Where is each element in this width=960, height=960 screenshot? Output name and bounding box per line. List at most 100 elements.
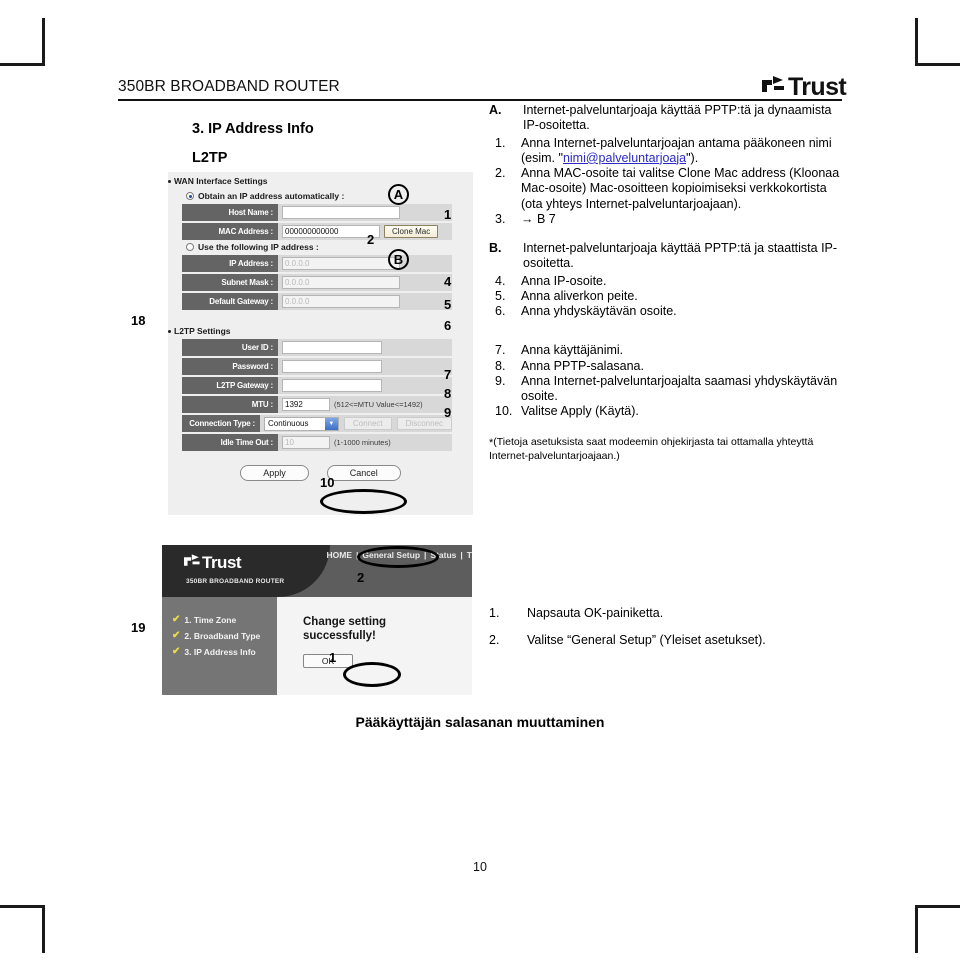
select-connection-type[interactable]: Continuous ▼ bbox=[264, 416, 339, 431]
item-text: Anna PPTP-salasana. bbox=[521, 358, 644, 373]
document-page: 350BR BROADBAND ROUTER Trust 18 19 3. IP… bbox=[0, 0, 960, 960]
cancel-button[interactable]: Cancel bbox=[326, 465, 401, 481]
instruction-block-a: A. Internet-palveluntarjoaja käyttää PPT… bbox=[489, 103, 844, 134]
list-item: 2. Anna MAC-osoite tai valitse Clone Mac… bbox=[489, 166, 844, 212]
trust-mark-icon bbox=[184, 554, 200, 566]
field-row-connection-type: Connection Type : Continuous ▼ Connect D… bbox=[182, 415, 452, 432]
label-ip-address: IP Address : bbox=[182, 255, 278, 272]
field-row-password: Password : bbox=[182, 358, 452, 375]
radio-static-icon[interactable] bbox=[186, 243, 194, 251]
check-icon: ✔ bbox=[172, 630, 181, 641]
item-text: Valitse “General Setup” (Yleiset asetuks… bbox=[527, 633, 766, 648]
check-icon: ✔ bbox=[172, 614, 181, 625]
instruction-block-b: B. Internet-palveluntarjoaja käyttää PPT… bbox=[489, 241, 844, 272]
item-text: Anna IP-osoite. bbox=[521, 273, 607, 288]
nav-item-status[interactable]: Status bbox=[430, 550, 456, 560]
nav-item-home[interactable]: HOME bbox=[327, 550, 353, 560]
label-password: Password : bbox=[182, 358, 278, 375]
field-row-mac-address: MAC Address : 000000000000 Clone Mac bbox=[182, 223, 452, 240]
router-topbar: Trust 350BR BROADBAND ROUTER HOME | Gene… bbox=[162, 545, 472, 597]
list-item: 7. Anna käyttäjänimi. bbox=[489, 343, 844, 358]
input-mac-address[interactable]: 000000000000 bbox=[282, 225, 380, 238]
list-item: 1. Napsauta OK-painiketta. bbox=[489, 606, 844, 621]
list-item: 3. → B 7 bbox=[489, 212, 844, 227]
block-b-list: 4. Anna IP-osoite. 5. Anna aliverkon pei… bbox=[489, 274, 844, 320]
input-user-id[interactable] bbox=[282, 341, 382, 354]
radio-static-label: Use the following IP address : bbox=[198, 242, 319, 252]
ok-button[interactable]: OK bbox=[303, 653, 353, 668]
router-sidebar: ✔ 1. Time Zone ✔ 2. Broadband Type ✔ 3. … bbox=[162, 597, 277, 695]
input-mtu[interactable]: 1392 bbox=[282, 398, 330, 411]
block-a-list: 1. Anna Internet-palveluntarjoajan antam… bbox=[489, 136, 844, 228]
item-text: → B 7 bbox=[521, 211, 556, 226]
sidebar-item-broadband-type[interactable]: ✔ 2. Broadband Type bbox=[172, 630, 277, 642]
sidebar-item-label: 1. Time Zone bbox=[184, 615, 237, 625]
label-user-id: User ID : bbox=[182, 339, 278, 356]
radio-auto-icon[interactable] bbox=[186, 192, 194, 200]
label-default-gateway: Default Gateway : bbox=[182, 293, 278, 310]
label-mtu: MTU : bbox=[182, 396, 278, 413]
nav-item-tools[interactable]: T bbox=[467, 550, 472, 560]
callout-8: 8 bbox=[444, 386, 452, 401]
email-link[interactable]: nimi@palveluntarjoaja bbox=[563, 151, 686, 165]
block-c-list: 7. Anna käyttäjänimi. 8. Anna PPTP-salas… bbox=[489, 343, 844, 419]
input-subnet-mask[interactable]: 0.0.0.0 bbox=[282, 276, 400, 289]
sidebar-item-label: 3. IP Address Info bbox=[184, 647, 256, 657]
document-header: 350BR BROADBAND ROUTER bbox=[118, 78, 842, 96]
input-default-gateway[interactable]: 0.0.0.0 bbox=[282, 295, 400, 308]
radio-use-following-ip[interactable]: Use the following IP address : bbox=[186, 242, 473, 252]
item-number: 3. bbox=[495, 211, 506, 226]
bottom-heading: Pääkäyttäjän salasanan muuttaminen bbox=[355, 714, 605, 730]
item-number: 8. bbox=[495, 358, 506, 373]
sidebar-item-ip-address-info[interactable]: ✔ 3. IP Address Info bbox=[172, 646, 277, 658]
list-item: 9. Anna Internet-palveluntarjoajalta saa… bbox=[489, 374, 844, 405]
list-item: 1. Anna Internet-palveluntarjoajan antam… bbox=[489, 136, 844, 167]
clone-mac-button[interactable]: Clone Mac bbox=[384, 225, 439, 238]
status-message-line2: successfully! bbox=[303, 630, 376, 643]
trust-logo: Trust bbox=[762, 74, 847, 99]
connect-button[interactable]: Connect bbox=[343, 417, 392, 430]
input-idle-time-out[interactable]: 10 bbox=[282, 436, 330, 449]
item-number: 2. bbox=[489, 633, 500, 648]
label-mac-address: MAC Address : bbox=[182, 223, 278, 240]
callout-ok-2: 2 bbox=[357, 570, 365, 585]
apply-button[interactable]: Apply bbox=[240, 465, 309, 481]
input-password[interactable] bbox=[282, 360, 382, 373]
select-connection-type-value: Continuous bbox=[268, 419, 309, 428]
item-number: 10. bbox=[495, 404, 513, 419]
step-number-18: 18 bbox=[131, 313, 146, 328]
l2tp-group-title: L2TP Settings bbox=[168, 322, 473, 339]
input-l2tp-gateway[interactable] bbox=[282, 379, 382, 392]
input-host-name[interactable] bbox=[282, 206, 400, 219]
chevron-down-icon[interactable]: ▼ bbox=[324, 417, 338, 430]
nav-separator-3: | bbox=[460, 550, 463, 560]
header-divider bbox=[118, 99, 842, 101]
check-icon: ✔ bbox=[172, 646, 181, 657]
callout-circle-a: A bbox=[388, 184, 409, 205]
footnote-text: (Tietoja asetuksista saat modeemin ohjek… bbox=[489, 435, 814, 462]
final-steps-list: 1. Napsauta OK-painiketta. 2. Valitse “G… bbox=[489, 606, 844, 649]
block-a-marker: A. bbox=[489, 103, 502, 117]
callout-4: 4 bbox=[444, 274, 452, 289]
nav-separator-2: | bbox=[424, 550, 427, 560]
callout-6: 6 bbox=[444, 318, 452, 333]
router-model-text: 350BR BROADBAND ROUTER bbox=[186, 578, 285, 585]
router-trust-logo: Trust bbox=[184, 553, 242, 571]
radio-obtain-ip-auto[interactable]: Obtain an IP address automatically : bbox=[186, 191, 473, 201]
item-text: Anna MAC-osoite tai valitse Clone Mac ad… bbox=[521, 166, 840, 211]
field-row-subnet-mask: Subnet Mask : 0.0.0.0 bbox=[182, 274, 452, 291]
input-ip-address[interactable]: 0.0.0.0 bbox=[282, 257, 400, 270]
item-number: 1. bbox=[495, 135, 506, 150]
item-text-post: "). bbox=[686, 150, 699, 165]
callout-2: 2 bbox=[367, 232, 375, 247]
step-number-19: 19 bbox=[131, 620, 146, 635]
radio-auto-label: Obtain an IP address automatically : bbox=[198, 191, 345, 201]
status-message-line1: Change setting bbox=[303, 616, 387, 628]
nav-separator-1: | bbox=[356, 550, 359, 560]
nav-item-general-setup[interactable]: General Setup bbox=[362, 550, 420, 560]
label-l2tp-gateway: L2TP Gateway : bbox=[182, 377, 278, 394]
sidebar-item-label: 2. Broadband Type bbox=[184, 631, 261, 641]
list-item: 4. Anna IP-osoite. bbox=[489, 274, 844, 289]
sidebar-item-time-zone[interactable]: ✔ 1. Time Zone bbox=[172, 614, 277, 626]
field-row-idle-time-out: Idle Time Out : 10 (1-1000 minutes) bbox=[182, 434, 452, 451]
